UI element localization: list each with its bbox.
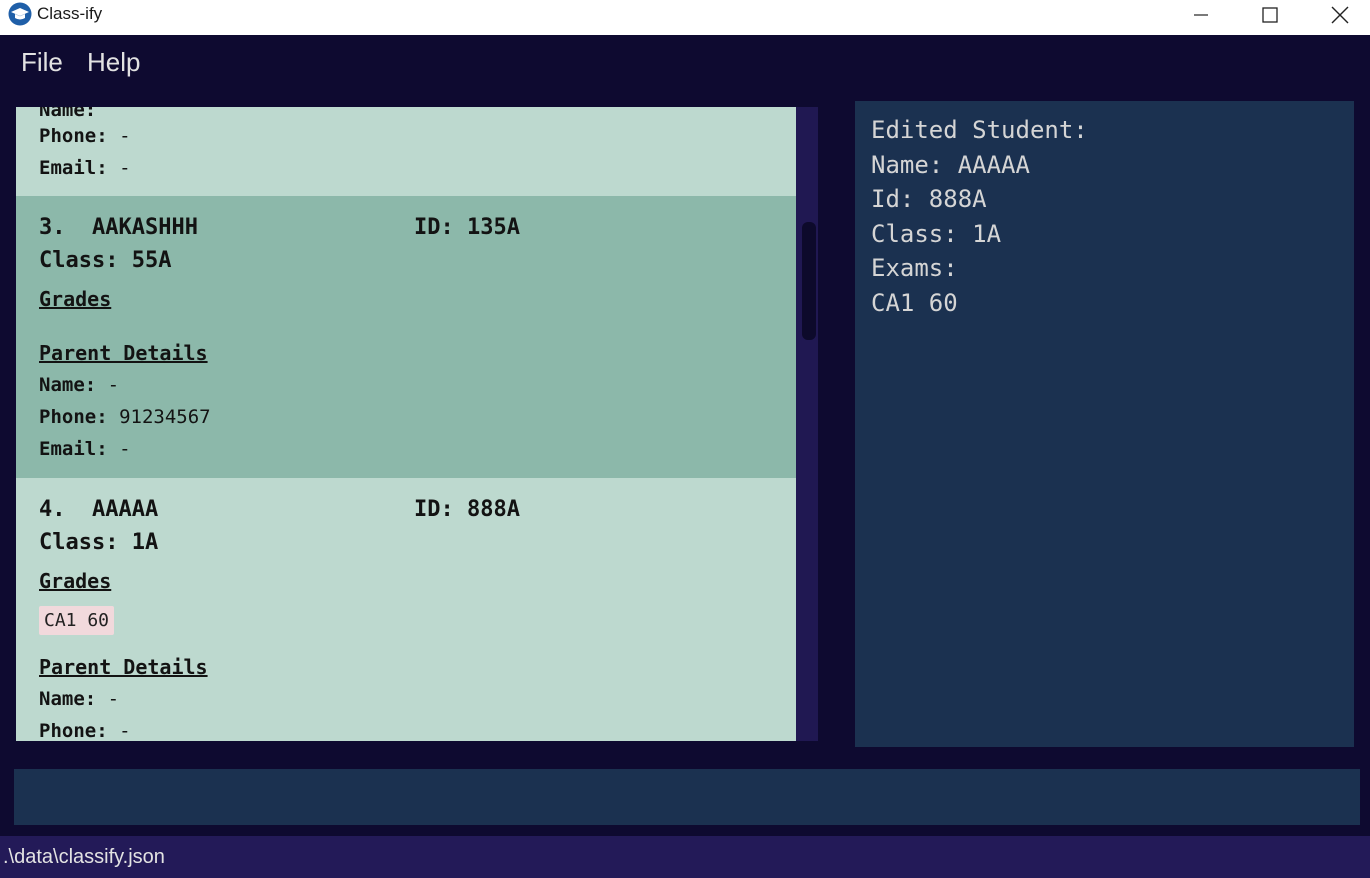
maximize-button[interactable] [1235,0,1305,30]
student-id-row: ID: 888A [414,497,520,522]
parent-name-row: Name: [39,107,97,121]
list-scrollbar-thumb[interactable] [802,222,816,340]
menu-help[interactable]: Help [87,47,140,78]
student-card[interactable]: Name: Phone: - Email: - [16,107,796,196]
student-id: 888A [467,497,520,522]
student-index: 3. [39,215,66,240]
result-line: Edited Student: [871,116,1088,144]
student-class-row: Class: 1A [39,530,159,555]
parent-email-value: - [119,157,131,179]
command-input[interactable] [14,769,1360,825]
student-name: AAKASHHH [92,215,198,240]
parent-phone-row: Phone: - [39,720,131,741]
title-bar: Class-ify [0,0,1370,35]
student-id-row: ID: 135A [414,215,520,240]
menu-file[interactable]: File [21,47,63,78]
parent-email-row: Email: - [39,438,131,460]
minimize-button[interactable] [1166,0,1236,30]
student-name: AAAAA [92,497,159,522]
close-button[interactable] [1305,0,1370,30]
grades-heading: Grades [39,569,112,593]
parent-phone-row: Phone: - [39,125,131,147]
result-line: Exams: [871,254,958,282]
list-scrollbar[interactable] [796,107,818,741]
parent-details-heading: Parent Details [39,655,208,679]
save-location: .\data\classify.json [3,846,165,868]
parent-phone-value: 91234567 [119,406,211,428]
student-list[interactable]: Name: Phone: - Email: - 3. AAKASHHH ID: … [16,107,796,741]
maximize-icon [1262,7,1278,23]
student-card-selected[interactable]: 3. AAKASHHH ID: 135A Class: 55A Grades P… [16,196,796,478]
command-box[interactable] [14,769,1360,825]
result-line: CA1 60 [871,288,958,317]
student-class: 1A [131,530,159,555]
parent-phone-value: - [119,125,131,147]
graduation-cap-icon [8,2,32,26]
student-name-row: 4. AAAAA [39,498,158,522]
parent-phone-row: Phone: 91234567 [39,406,211,428]
parent-name-value: - [107,688,120,710]
parent-email-value: - [119,438,131,460]
student-id: 135A [467,215,520,240]
menu-bar: File Help [0,35,1370,91]
parent-details-heading: Parent Details [39,341,208,365]
result-display: Edited Student: Name: AAAAA Id: 888A Cla… [855,101,1354,747]
student-card[interactable]: 4. AAAAA ID: 888A Class: 1A Grades CA1 6… [16,478,796,741]
student-name-row: 3. AAKASHHH [39,216,198,240]
result-line: Class: 1A [871,219,1002,248]
grades-heading: Grades [39,287,112,311]
window-title: Class-ify [37,4,103,23]
status-bar: .\data\classify.json [0,836,1370,878]
parent-email-row: Email: - [39,157,131,179]
minimize-icon [1194,14,1208,16]
student-class-row: Class: 55A [39,248,172,273]
result-line: Id: 888A [871,185,987,213]
student-class: 55A [131,248,172,273]
parent-phone-value: - [119,720,131,741]
result-line: Name: AAAAA [871,150,1030,179]
student-index: 4. [39,497,66,522]
parent-name-row: Name: - [39,374,120,396]
close-icon [1331,6,1349,24]
parent-name-row: Name: - [39,688,120,710]
parent-name-value: - [107,374,120,396]
grade-tag: CA1 60 [39,606,115,635]
